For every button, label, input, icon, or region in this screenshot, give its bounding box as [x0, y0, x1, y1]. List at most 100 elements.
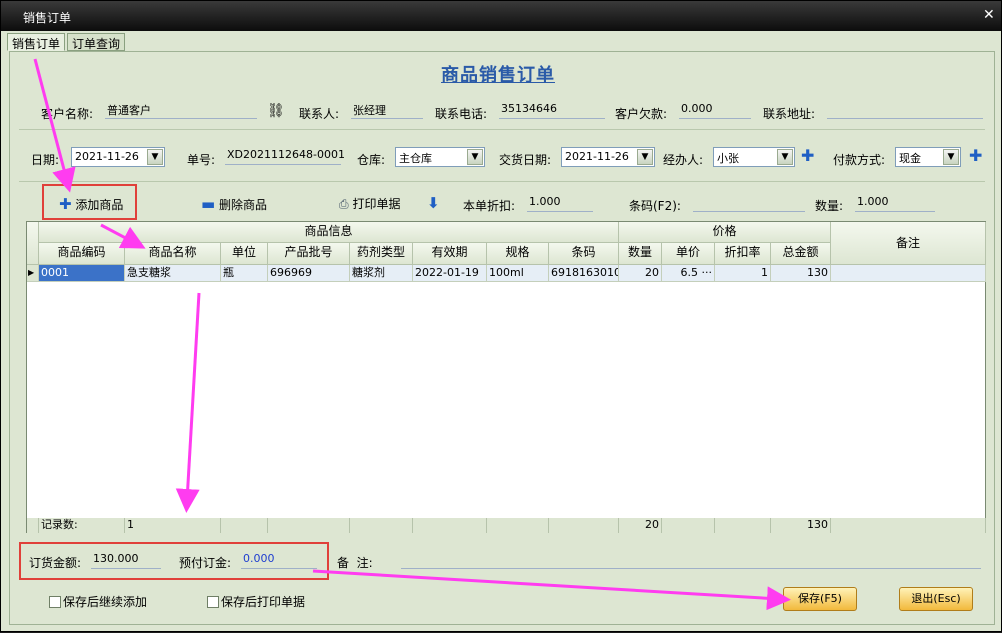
group-header-price: 价格 — [619, 222, 831, 243]
handler-label: 经办人: — [663, 153, 704, 167]
column-header-remark[interactable]: 备注 — [831, 222, 986, 265]
payment-label: 付款方式: — [833, 153, 886, 167]
save-button[interactable]: 保存(F5) — [783, 587, 857, 611]
binoculars-icon[interactable]: ⛓ — [267, 103, 285, 119]
address-field[interactable] — [827, 101, 983, 119]
column-header[interactable]: 产品批号 — [268, 243, 350, 265]
debt-field[interactable]: 0.000 — [679, 101, 751, 119]
remark-field[interactable] — [401, 551, 981, 569]
column-header[interactable]: 有效期 — [413, 243, 487, 265]
minus-icon: ▬ — [201, 195, 216, 213]
table-cell[interactable]: 糖浆剂 — [350, 265, 413, 282]
payment-select[interactable]: 现金 ▼ — [895, 147, 961, 167]
chevron-down-icon[interactable]: ▼ — [467, 149, 483, 165]
date-picker[interactable]: 2021-11-26 ▼ — [71, 147, 165, 167]
column-header[interactable]: 规格 — [487, 243, 549, 265]
table-cell[interactable]: 6.5 ··· — [662, 265, 715, 282]
quantity-field[interactable]: 1.000 — [855, 194, 935, 212]
payment-value: 现金 — [899, 152, 921, 165]
continue-add-checkbox[interactable]: 保存后继续添加 — [49, 593, 147, 610]
chevron-down-icon[interactable]: ▼ — [637, 149, 653, 165]
add-payment-icon[interactable]: ✚ — [969, 148, 982, 164]
add-handler-icon[interactable]: ✚ — [801, 148, 814, 164]
continue-add-label: 保存后继续添加 — [63, 595, 148, 609]
footer-cell — [350, 518, 413, 533]
chevron-down-icon[interactable]: ▼ — [147, 149, 163, 165]
tab-sales-order[interactable]: 销售订单 — [7, 33, 66, 51]
table-cell[interactable]: 69181630108 — [549, 265, 619, 282]
table-cell[interactable]: 130 — [771, 265, 831, 282]
footer-qty-total: 20 — [619, 518, 662, 533]
footer-cell — [662, 518, 715, 533]
footer-record-label: 记录数: — [39, 518, 125, 533]
row-pointer-icon: ▶ — [27, 265, 39, 282]
print-after-save-checkbox[interactable]: 保存后打印单据 — [207, 593, 305, 610]
chevron-down-icon[interactable]: ▼ — [777, 149, 793, 165]
arrow-down-icon[interactable]: ⬇ — [427, 194, 440, 212]
footer-amount-total: 130 — [771, 518, 831, 533]
barcode-field[interactable] — [693, 194, 805, 212]
contact-label: 联系人: — [299, 107, 340, 121]
product-grid: 商品信息 价格 备注 商品编码 商品名称 单位 产品批号 药剂类型 有效期 规格… — [26, 221, 986, 533]
column-header[interactable]: 商品名称 — [125, 243, 221, 265]
footer-cell — [413, 518, 487, 533]
column-header[interactable]: 总金额 — [771, 243, 831, 265]
table-cell[interactable]: 瓶 — [221, 265, 268, 282]
footer-cell — [549, 518, 619, 533]
warehouse-select[interactable]: 主仓库 ▼ — [395, 147, 485, 167]
handler-select[interactable]: 小张 ▼ — [713, 147, 795, 167]
footer-cell — [487, 518, 549, 533]
customer-field[interactable]: 普通客户 — [105, 101, 257, 119]
order-amount-field[interactable]: 130.000 — [91, 551, 161, 569]
order-amount-label: 订货金额: — [29, 556, 82, 570]
delivery-date-label: 交货日期: — [499, 153, 552, 167]
footer-cell — [715, 518, 771, 533]
column-header[interactable]: 条码 — [549, 243, 619, 265]
footer-cell — [27, 518, 39, 533]
table-cell[interactable]: 1 — [715, 265, 771, 282]
add-product-label: 添加商品 — [75, 198, 124, 212]
prepaid-label: 预付订金: — [179, 556, 232, 570]
order-no-label: 单号: — [187, 153, 216, 167]
chevron-down-icon[interactable]: ▼ — [943, 149, 959, 165]
date-label: 日期: — [31, 153, 60, 167]
table-cell[interactable]: 急支糖浆 — [125, 265, 221, 282]
window: 销售订单 ✕ 销售订单 订单查询 商品销售订单 客户名称: 普通客户 ⛓ 联系人… — [0, 0, 1002, 632]
column-header[interactable]: 单价 — [662, 243, 715, 265]
column-header[interactable]: 单位 — [221, 243, 268, 265]
column-header[interactable]: 商品编码 — [39, 243, 125, 265]
order-no-field[interactable]: XD2021112648-0001 — [225, 147, 345, 165]
delete-product-button[interactable]: ▬ 删除商品 — [201, 195, 267, 213]
table-cell[interactable] — [831, 265, 986, 282]
print-button[interactable]: ⎙ 打印单据 — [339, 195, 400, 212]
handler-value: 小张 — [717, 152, 739, 165]
delivery-date-picker[interactable]: 2021-11-26 ▼ — [561, 147, 655, 167]
exit-button[interactable]: 退出(Esc) — [899, 587, 973, 611]
prepaid-field[interactable]: 0.000 — [241, 551, 317, 569]
column-header[interactable]: 折扣率 — [715, 243, 771, 265]
date-value: 2021-11-26 — [75, 150, 139, 163]
phone-field[interactable]: 35134646 — [499, 101, 605, 119]
print-label: 打印单据 — [352, 197, 401, 211]
table-cell[interactable]: 20 — [619, 265, 662, 282]
discount-field[interactable]: 1.000 — [527, 194, 593, 212]
add-product-button[interactable]: ✚ 添加商品 — [59, 195, 123, 213]
barcode-label: 条码(F2): — [629, 199, 681, 213]
table-cell[interactable]: 696969 — [268, 265, 350, 282]
tab-order-query[interactable]: 订单查询 — [67, 33, 126, 51]
table-cell[interactable]: 100ml — [487, 265, 549, 282]
footer-record-count: 1 — [125, 518, 221, 533]
delivery-date-value: 2021-11-26 — [565, 150, 629, 163]
column-header[interactable]: 药剂类型 — [350, 243, 413, 265]
footer-cell — [268, 518, 350, 533]
close-icon[interactable]: ✕ — [983, 7, 995, 23]
column-header[interactable]: 数量 — [619, 243, 662, 265]
group-header-product: 商品信息 — [39, 222, 619, 243]
page-title: 商品销售订单 — [441, 65, 555, 86]
debt-label: 客户欠款: — [615, 107, 668, 121]
printer-icon: ⎙ — [339, 197, 349, 211]
table-cell[interactable]: 0001 — [39, 265, 125, 282]
customer-label: 客户名称: — [41, 107, 94, 121]
contact-field[interactable]: 张经理 — [351, 101, 423, 119]
table-cell[interactable]: 2022-01-19 — [413, 265, 487, 282]
